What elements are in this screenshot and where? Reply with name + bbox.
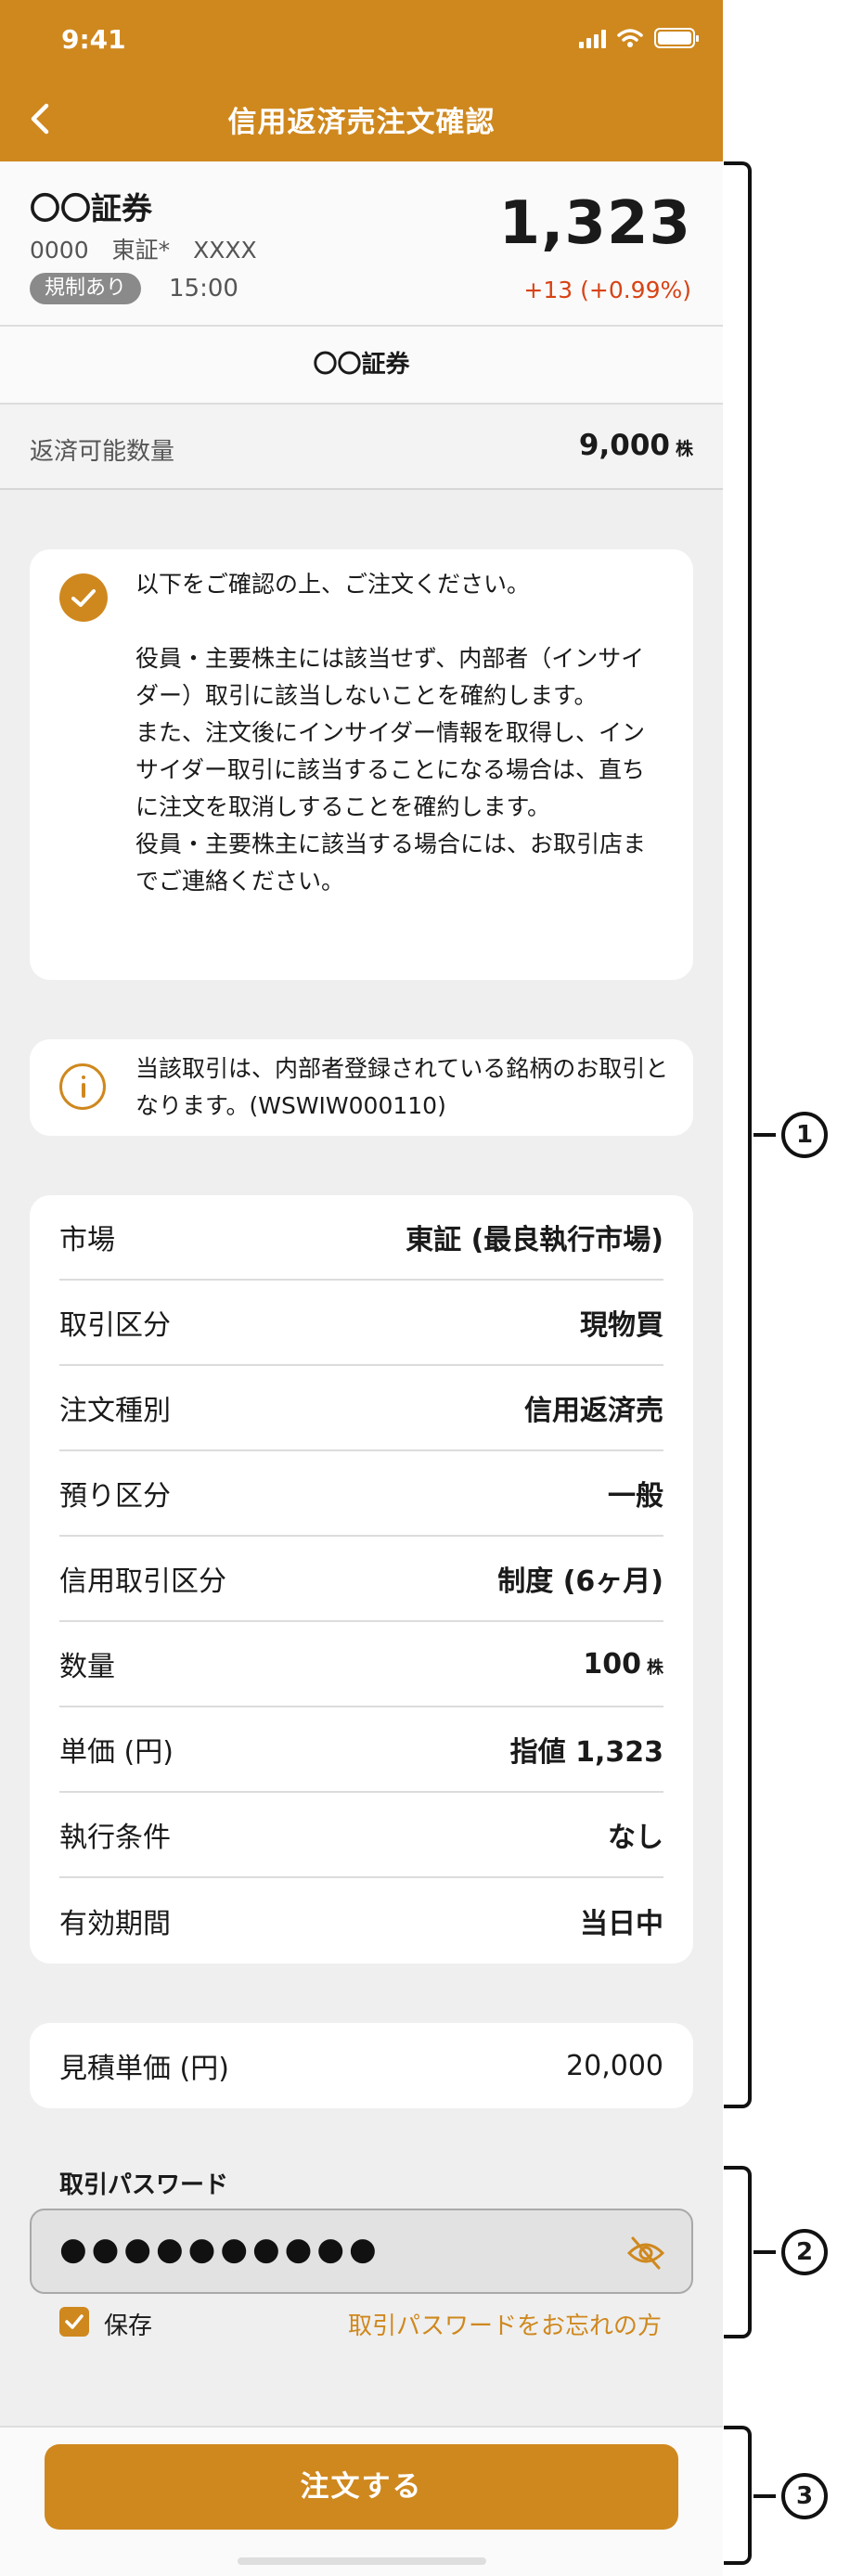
battery-icon	[654, 28, 699, 48]
eye-off-icon[interactable]	[626, 2235, 665, 2272]
save-password-checkbox[interactable]	[59, 2307, 89, 2337]
detail-row: 単価 (円) 指値 1,323	[59, 1707, 663, 1793]
broker-name: 〇〇証券	[0, 327, 723, 405]
stock-name: 〇〇証券	[30, 190, 152, 226]
stock-code: 0000 東証* XXXX	[30, 237, 257, 264]
annotation-marker-1: 1	[781, 1112, 828, 1158]
annotation-bracket-2	[724, 2166, 752, 2338]
annotation-tick-2	[753, 2250, 776, 2254]
save-password-label[interactable]: 保存	[104, 2307, 152, 2341]
app-header: 9:41 信用返済売注文確認	[0, 0, 723, 161]
annotation-bracket-1	[724, 161, 752, 2108]
insider-confirmation-card: 以下をご確認の上、ご注文ください。 役員・主要株主には該当せず、内部者（インサイ…	[30, 549, 693, 980]
footer-bar: 注文する	[0, 2426, 723, 2576]
detail-row: 預り区分 一般	[59, 1451, 663, 1537]
info-icon	[59, 1063, 106, 1110]
notice-text: 当該取引は、内部者登録されている銘柄のお取引となります。(WSWIW000110…	[135, 1055, 669, 1119]
detail-row: 執行条件 なし	[59, 1793, 663, 1878]
stock-summary: 〇〇証券 0000 東証* XXXX 規制あり 15:00 1,323 +13 …	[0, 161, 723, 327]
regulation-badge: 規制あり	[30, 273, 142, 304]
annotation-tick-3	[753, 2494, 776, 2498]
insider-notice-card: 当該取引は、内部者登録されている銘柄のお取引となります。(WSWIW000110…	[30, 1039, 693, 1136]
password-masked-value: ●●●●●●●●●●	[59, 2231, 381, 2268]
detail-row: 取引区分 現物買	[59, 1281, 663, 1366]
check-icon	[71, 589, 96, 607]
password-label: 取引パスワード	[59, 2171, 229, 2199]
signal-icon	[579, 28, 606, 48]
confirm-checkbox[interactable]	[59, 573, 108, 622]
status-icons	[579, 28, 699, 48]
stock-price: 1,323	[498, 189, 691, 258]
annotation-tick-1	[753, 1133, 776, 1137]
detail-row: 有効期間 当日中	[59, 1908, 663, 1940]
confirmation-text: 以下をご確認の上、ご注文ください。 役員・主要株主には該当せず、内部者（インサイ…	[135, 571, 647, 895]
wifi-icon	[617, 29, 643, 47]
order-details-card: 市場 東証 (最良執行市場) 取引区分 現物買 注文種別 信用返済売 預り区分 一般 信…	[30, 1195, 693, 1964]
estimate-label: 見積単価 (円)	[59, 2053, 229, 2085]
detail-row: 市場 東証 (最良執行市場)	[59, 1195, 663, 1281]
annotation-bracket-3	[724, 2426, 752, 2565]
estimate-price-card: 見積単価 (円) 20,000	[30, 2023, 693, 2108]
price-change: +13 (+0.99%)	[523, 277, 691, 303]
page-title: 信用返済売注文確認	[227, 106, 496, 139]
password-input[interactable]: ●●●●●●●●●●	[30, 2209, 693, 2294]
home-indicator	[238, 2557, 486, 2565]
stock-time: 15:00	[169, 275, 238, 303]
forgot-password-link[interactable]: 取引パスワードをお忘れの方	[348, 2307, 662, 2341]
available-label: 返済可能数量	[30, 438, 175, 466]
available-quantity-row: 返済可能数量 9,000 株	[0, 405, 723, 490]
place-order-button[interactable]: 注文する	[45, 2444, 678, 2530]
detail-row: 数量 100 株	[59, 1622, 663, 1707]
detail-row: 信用取引区分 制度 (6ヶ月)	[59, 1537, 663, 1622]
detail-row: 注文種別 信用返済売	[59, 1366, 663, 1451]
status-time: 9:41	[61, 24, 126, 55]
check-icon	[65, 2314, 84, 2329]
annotation-marker-3: 3	[781, 2473, 828, 2519]
available-value: 9,000 株	[578, 429, 693, 462]
annotation-marker-2: 2	[781, 2229, 828, 2275]
estimate-value: 20,000	[566, 2049, 663, 2082]
phone-screen: 9:41 信用返済売注文確認 〇〇証券 0000 東証* XXXX 規制あり 1…	[0, 0, 723, 2576]
